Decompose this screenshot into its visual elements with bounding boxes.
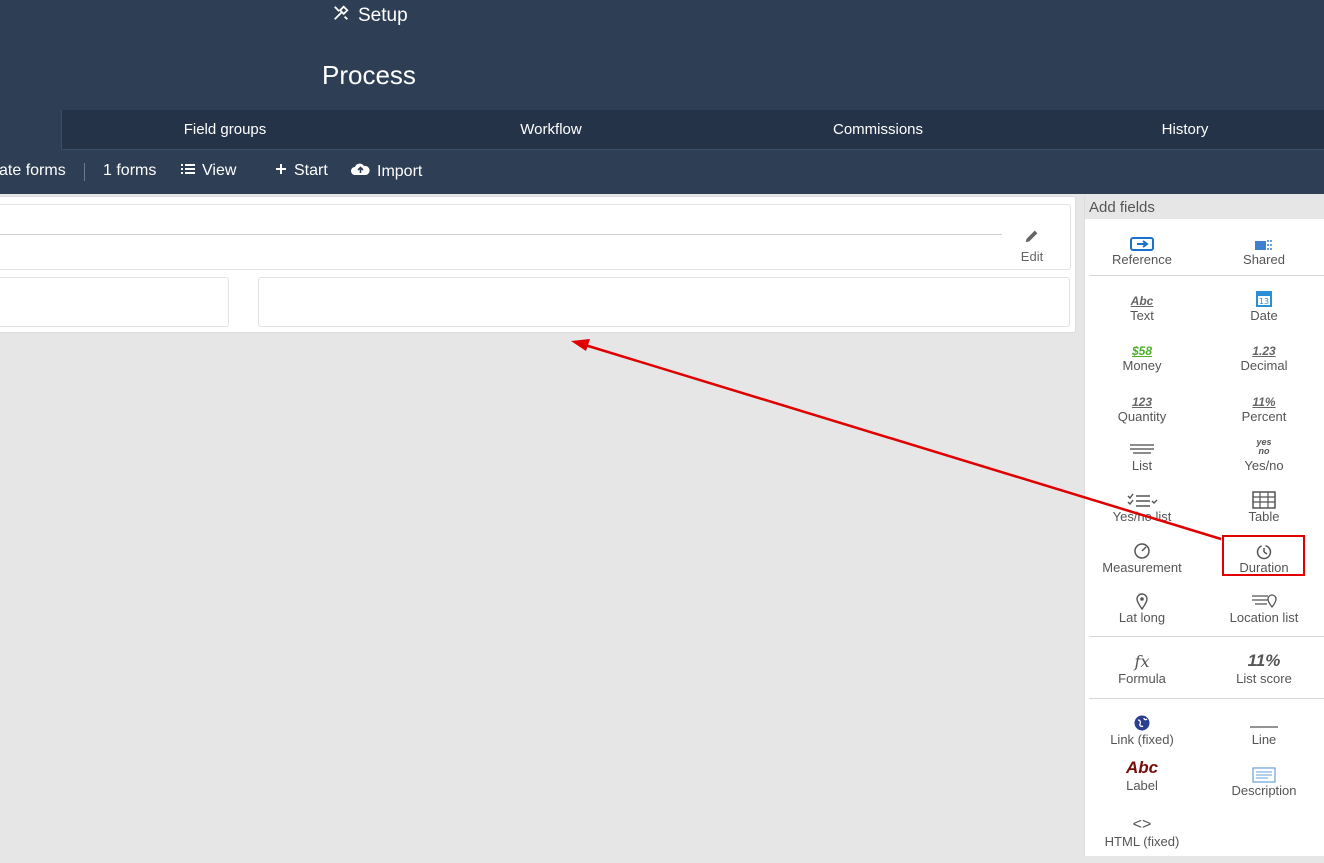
field-yes-no-list[interactable]: Yes/no list [1087, 487, 1197, 525]
panel-divider [1089, 698, 1324, 699]
tab-bar: Field groups Workflow Commissions Histor… [0, 110, 1324, 150]
field-table[interactable]: Table [1209, 487, 1319, 525]
field-measurement[interactable]: Measurement [1087, 538, 1197, 576]
field-list-score[interactable]: 11% List score [1209, 649, 1319, 687]
field-money[interactable]: $58 Money [1087, 336, 1197, 374]
gauge-icon [1087, 538, 1197, 560]
field-yes-no[interactable]: yes no Yes/no [1209, 436, 1319, 474]
form-title-section[interactable]: Edit [0, 204, 1071, 270]
tab-forms[interactable] [0, 110, 62, 150]
radio-yes-no-icon: yes no [1256, 437, 1272, 456]
tab-field-groups[interactable]: Field groups [130, 110, 320, 150]
field-percent[interactable]: 11% Percent [1209, 387, 1319, 425]
panel-divider [1089, 636, 1324, 637]
panel-divider [1089, 275, 1324, 276]
reference-icon [1087, 230, 1197, 252]
list-view-icon [181, 162, 195, 180]
cloud-upload-icon [351, 162, 370, 181]
setup-link[interactable]: Setup [332, 4, 408, 28]
forms-link[interactable]: ate forms [0, 162, 66, 180]
setup-label: Setup [358, 5, 408, 26]
add-fields-panel: Add fields Reference Shared Abc Text 13 … [1084, 196, 1324, 856]
checklist-icon [1087, 487, 1197, 509]
map-pin-icon [1087, 588, 1197, 610]
duration-highlight-box [1222, 535, 1305, 576]
money-icon: $58 [1131, 344, 1153, 358]
field-formula[interactable]: fx Formula [1087, 649, 1197, 687]
page-title: Process [322, 60, 416, 90]
add-fields-header: Add fields [1085, 196, 1324, 219]
field-date[interactable]: 13 Date [1209, 286, 1319, 324]
percent-icon: 11% [1252, 395, 1276, 409]
decimal-icon: 1.23 [1252, 344, 1276, 358]
label-icon: Abc [1125, 758, 1159, 777]
field-line[interactable]: Line [1209, 710, 1319, 748]
import-button[interactable]: Import [351, 162, 422, 181]
field-drop-zone-right[interactable] [258, 277, 1070, 327]
plus-icon [275, 162, 287, 180]
edit-label: Edit [1020, 249, 1044, 264]
forms-count[interactable]: 1 forms [103, 162, 156, 180]
globe-link-icon [1087, 710, 1197, 732]
edit-button[interactable]: Edit [1015, 227, 1049, 264]
tab-workflow[interactable]: Workflow [456, 110, 646, 150]
field-list[interactable]: List [1087, 436, 1197, 474]
view-label: View [202, 162, 237, 179]
field-decimal[interactable]: 1.23 Decimal [1209, 336, 1319, 374]
start-button[interactable]: Start [275, 162, 328, 180]
table-icon [1209, 487, 1319, 509]
import-label: Import [377, 162, 423, 180]
field-quantity[interactable]: 123 Quantity [1087, 387, 1197, 425]
toolbar-divider [84, 163, 85, 181]
tools-icon [332, 4, 350, 28]
field-location-list[interactable]: Location list [1209, 588, 1319, 626]
top-header: Setup Process [0, 0, 1324, 110]
field-description[interactable]: Description [1209, 761, 1319, 799]
tab-history[interactable]: History [1090, 110, 1280, 150]
field-lat-long[interactable]: Lat long [1087, 588, 1197, 626]
field-reference[interactable]: Reference [1087, 230, 1197, 268]
svg-text:13: 13 [1259, 297, 1269, 306]
field-drop-zone-left[interactable] [0, 277, 229, 327]
field-label[interactable]: Abc Label [1087, 756, 1197, 794]
start-label: Start [294, 162, 328, 179]
text-icon: Abc [1130, 294, 1154, 308]
view-button[interactable]: View [181, 162, 236, 180]
code-icon: <> [1132, 816, 1152, 833]
field-html-fixed[interactable]: <> HTML (fixed) [1087, 812, 1197, 850]
field-text[interactable]: Abc Text [1087, 286, 1197, 324]
forms-toolbar: ate forms 1 forms View Start Import [0, 150, 1324, 194]
form-card: Edit [0, 196, 1076, 333]
field-shared[interactable]: Shared [1209, 230, 1319, 268]
tab-commissions[interactable]: Commissions [783, 110, 973, 150]
horizontal-line-icon [1209, 710, 1319, 732]
location-list-icon [1209, 588, 1319, 610]
field-link-fixed[interactable]: Link (fixed) [1087, 710, 1197, 748]
quantity-icon: 123 [1131, 395, 1153, 409]
pencil-icon [1015, 227, 1049, 245]
calendar-icon: 13 [1209, 286, 1319, 308]
formula-icon: fx [1134, 652, 1150, 671]
shared-icon [1209, 230, 1319, 252]
title-underline [0, 234, 1002, 235]
list-score-icon: 11% [1247, 651, 1281, 670]
list-icon [1087, 436, 1197, 458]
description-icon [1209, 761, 1319, 783]
